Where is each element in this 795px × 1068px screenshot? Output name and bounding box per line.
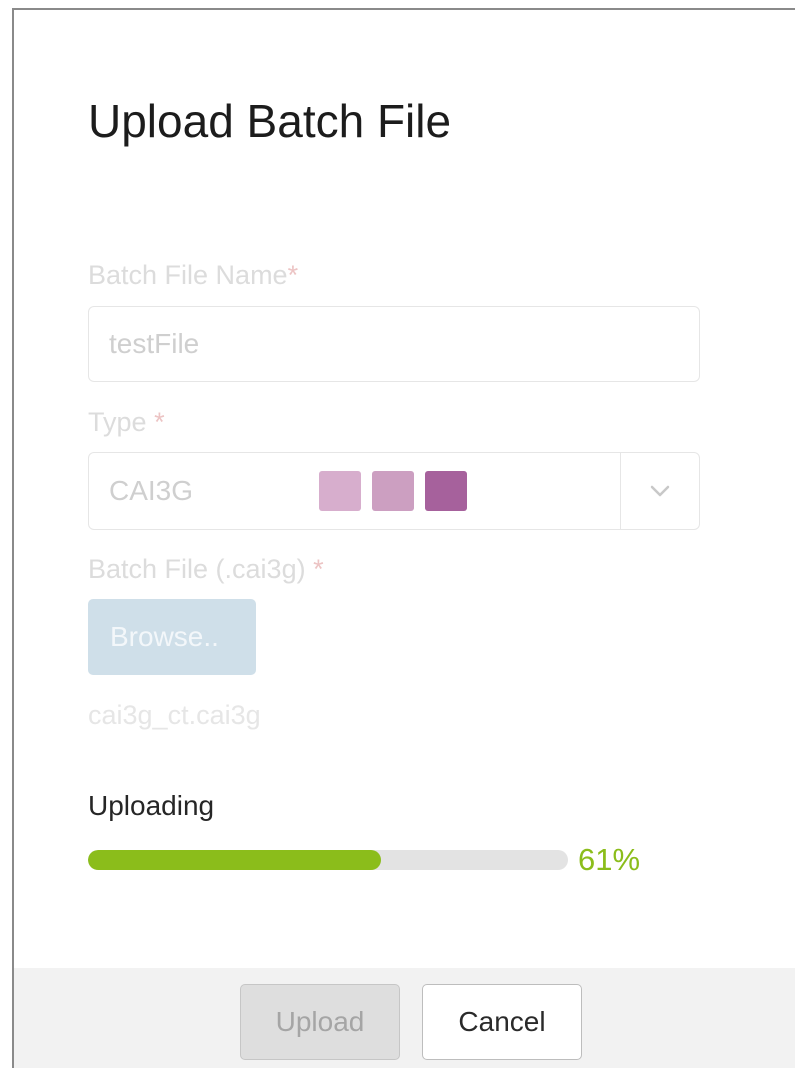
type-swatch (425, 471, 467, 511)
batch-file-name-input[interactable] (88, 306, 700, 382)
type-select-value: CAI3G (109, 475, 194, 506)
dialog-footer: Upload Cancel (14, 968, 795, 1068)
upload-status-label: Uploading (88, 790, 215, 821)
type-swatches (319, 471, 467, 511)
type-swatch (372, 471, 414, 511)
type-swatch (319, 471, 361, 511)
required-marker: * (313, 554, 324, 584)
type-dropdown-toggle[interactable] (620, 453, 699, 529)
upload-batch-file-dialog: Upload Batch File Batch File Name* Type … (12, 8, 795, 1068)
upload-button[interactable]: Upload (240, 984, 400, 1060)
upload-progress-bar (88, 850, 568, 870)
type-select[interactable]: CAI3G (88, 452, 700, 530)
upload-progress-fill (88, 850, 381, 870)
upload-progress-percent: 61% (578, 842, 641, 877)
browse-button[interactable]: Browse.. (88, 599, 256, 675)
required-marker: * (154, 407, 165, 437)
type-label-text: Type (88, 407, 147, 437)
required-marker: * (287, 260, 299, 290)
batch-file-name-label-text: Batch File Name (88, 260, 288, 290)
batch-file-label-text: Batch File (.cai3g) (88, 554, 306, 584)
batch-file-label: Batch File (.cai3g) * (88, 554, 324, 585)
chevron-down-icon (650, 485, 670, 497)
dialog-title: Upload Batch File (88, 95, 452, 147)
cancel-button[interactable]: Cancel (422, 984, 582, 1060)
batch-file-name-label: Batch File Name* (88, 260, 298, 291)
type-label: Type * (88, 407, 165, 438)
selected-file-name: cai3g_ct.cai3g (88, 700, 261, 730)
